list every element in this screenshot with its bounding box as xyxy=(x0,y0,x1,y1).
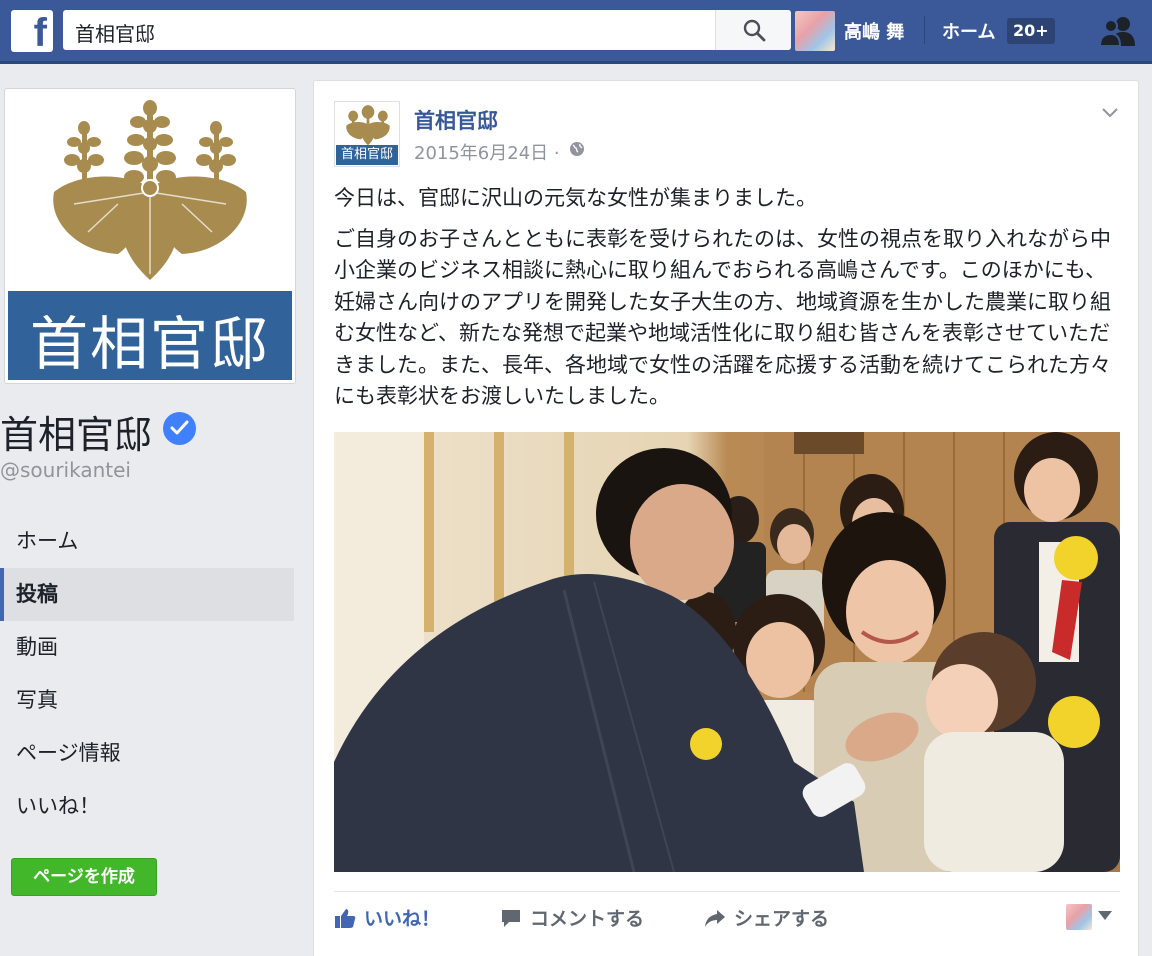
post-paragraph: ご自身のお子さんとともに表彰を受けられたのは、女性の視点を取り入れながら中小企業… xyxy=(334,226,1111,409)
post-photo[interactable] xyxy=(334,432,1120,872)
comment-button[interactable]: コメントする xyxy=(500,904,644,931)
post-action-bar: いいね！ コメントする シェアする xyxy=(334,891,1120,943)
post-card: 首相官邸 首相官邸 2015年6月24日 · 今日は、官邸に沢山の元気な女性が集… xyxy=(313,80,1139,956)
globe-icon[interactable] xyxy=(569,141,585,157)
divider xyxy=(924,16,925,44)
page-title[interactable]: 首相官邸 xyxy=(0,404,152,459)
caret-down-icon[interactable] xyxy=(1098,911,1112,920)
share-button[interactable]: シェアする xyxy=(704,904,829,931)
page-handle[interactable]: @sourikantei xyxy=(0,458,131,482)
nav-item-posts[interactable]: 投稿 xyxy=(0,568,294,621)
facebook-logo-icon[interactable]: f xyxy=(11,10,53,55)
post-paragraph: 今日は、官邸に沢山の元気な女性が集まりました。 xyxy=(334,186,817,210)
share-label: シェアする xyxy=(734,908,830,930)
page-profile-picture[interactable]: 首相官邸 xyxy=(4,88,296,384)
home-link[interactable]: ホーム xyxy=(942,18,995,44)
nav-item-likes[interactable]: いいね！ xyxy=(0,780,294,833)
chevron-down-icon[interactable] xyxy=(1101,107,1119,119)
comment-icon xyxy=(502,910,520,927)
post-body: 今日は、官邸に沢山の元気な女性が集まりました。 ご自身のお子さんとともに表彰を受… xyxy=(334,183,1120,422)
nav-item-home[interactable]: ホーム xyxy=(0,515,294,568)
avatar-banner-text: 首相官邸 xyxy=(336,145,398,165)
search-box[interactable]: 首相官邸 xyxy=(63,10,791,50)
nav-item-about[interactable]: ページ情報 xyxy=(0,727,294,780)
banner-text: 首相官邸 xyxy=(29,310,270,378)
search-button[interactable] xyxy=(715,10,791,50)
paulownia-crest-icon xyxy=(53,100,247,280)
user-name-link[interactable]: 高嶋 舞 xyxy=(844,18,904,44)
reaction-avatar[interactable] xyxy=(1066,904,1092,930)
profile-picture-frame: 首相官邸 xyxy=(8,92,292,380)
thumbs-up-icon xyxy=(335,909,356,928)
crest-mini-icon xyxy=(346,105,390,146)
create-page-button[interactable]: ページを作成 xyxy=(11,858,157,896)
share-icon xyxy=(705,910,725,927)
post-author-link[interactable]: 首相官邸 xyxy=(414,105,498,135)
page-name-banner: 首相官邸 xyxy=(8,291,292,380)
nav-item-videos[interactable]: 動画 xyxy=(0,621,294,674)
verified-badge-icon xyxy=(163,412,196,445)
award-ceremony-photo xyxy=(334,432,1120,872)
notification-count-badge: 20+ xyxy=(1007,18,1055,44)
search-input[interactable]: 首相官邸 xyxy=(75,18,155,47)
friend-requests-icon[interactable] xyxy=(1098,14,1138,48)
post-timestamp[interactable]: 2015年6月24日 · xyxy=(414,139,560,165)
facebook-logo-letter: f xyxy=(33,11,47,55)
user-avatar[interactable] xyxy=(795,11,835,51)
post-author-avatar[interactable]: 首相官邸 xyxy=(334,101,400,167)
nav-item-photos[interactable]: 写真 xyxy=(0,674,294,727)
search-icon xyxy=(743,19,766,42)
top-navigation-bar: f 首相官邸 高嶋 舞 ホーム 20+ xyxy=(0,0,1152,64)
page-navigation: ホーム 投稿 動画 写真 ページ情報 いいね！ xyxy=(0,515,294,833)
like-button[interactable]: いいね！ xyxy=(334,904,440,931)
like-label: いいね！ xyxy=(364,908,441,930)
comment-label: コメントする xyxy=(530,908,645,930)
